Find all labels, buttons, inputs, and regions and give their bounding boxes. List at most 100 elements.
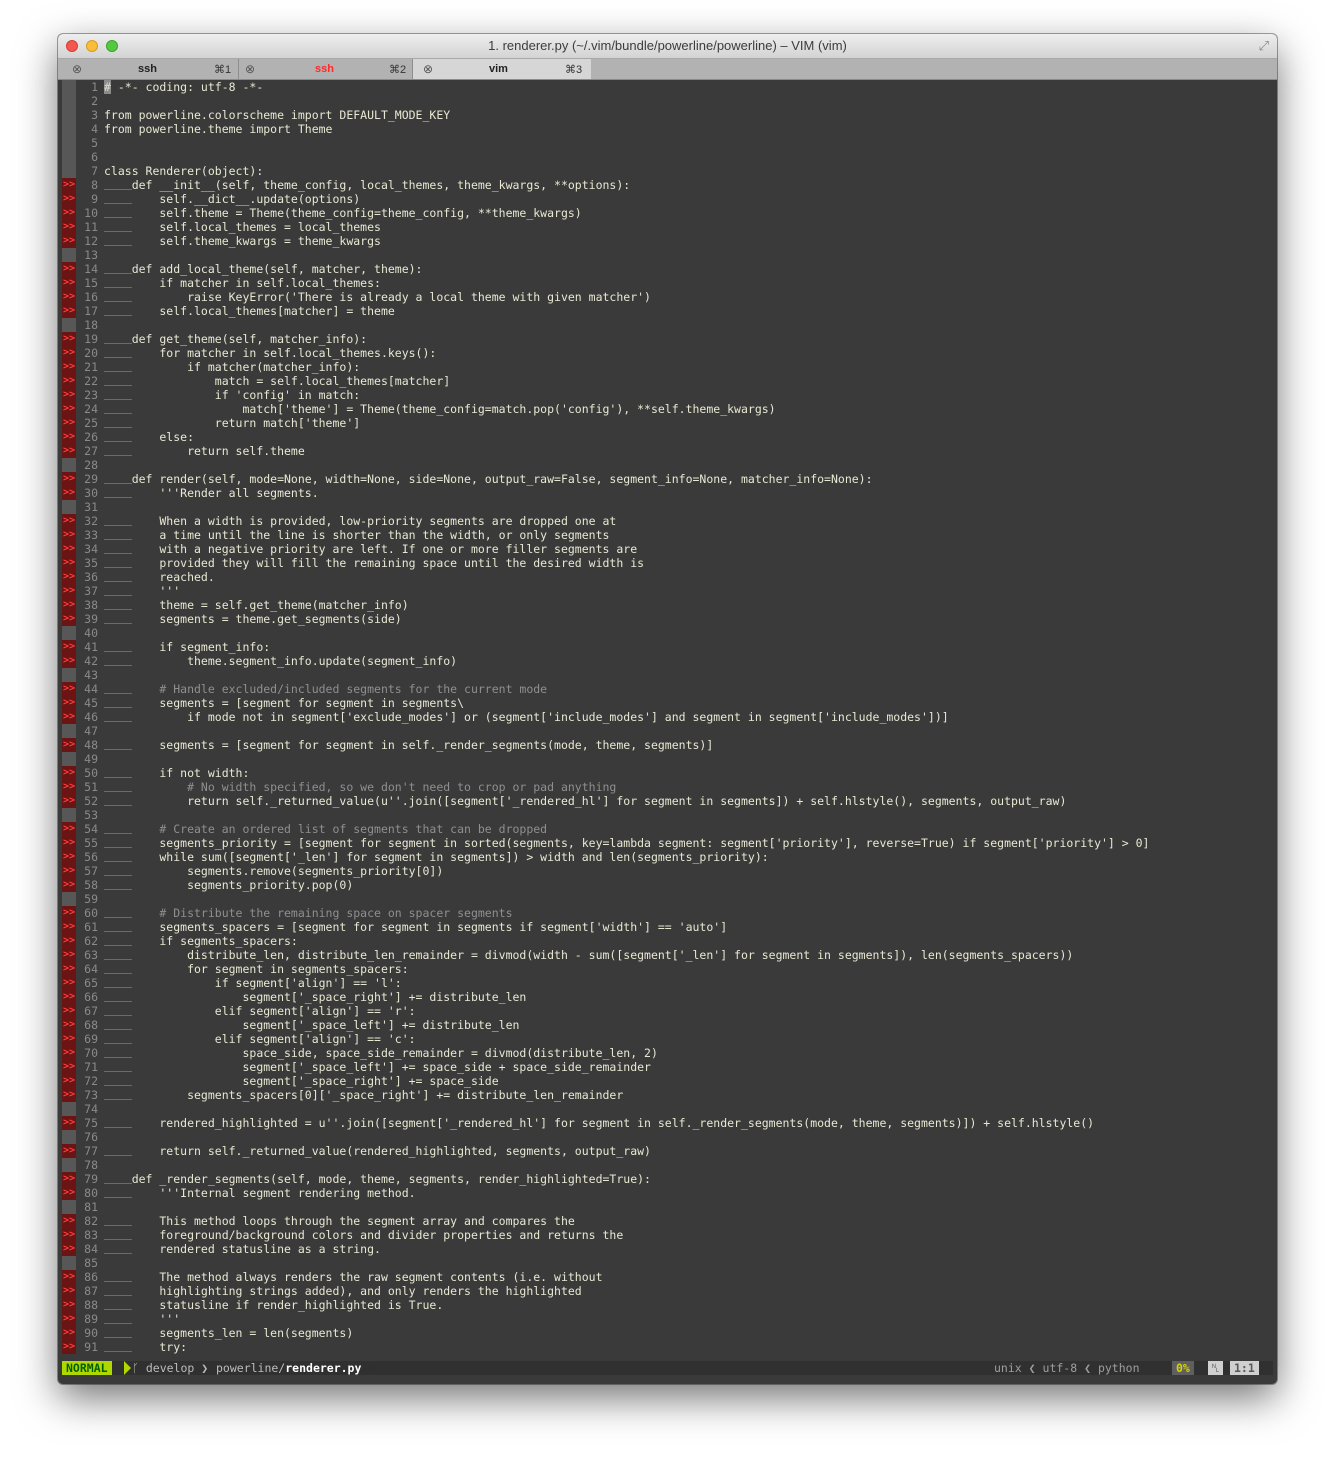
code-line[interactable]: 7 class Renderer(object): <box>62 164 1273 178</box>
code-line[interactable]: >> 73 segments_spacers[0]['_space_right']… <box>62 1088 1273 1102</box>
code-line[interactable]: >> 9 self.__dict__.update(options) <box>62 192 1273 206</box>
code-line[interactable]: >> 66 segment['_space_right'] += distribu… <box>62 990 1273 1004</box>
code-line[interactable]: >> 42 theme.segment_info.update(segment_i… <box>62 654 1273 668</box>
tab-ssh-2[interactable]: ⊗ ssh ⌘2 <box>239 59 413 79</box>
code-line[interactable]: >> 20 for matcher in self.local_themes.ke… <box>62 346 1273 360</box>
code-line[interactable]: >> 29 def render(self, mode=None, width=N… <box>62 472 1273 486</box>
code-line[interactable]: 47 <box>62 724 1273 738</box>
tab-close-icon[interactable]: ⊗ <box>72 62 82 76</box>
code-line[interactable]: >> 83 foreground/background colors and di… <box>62 1228 1273 1242</box>
code-line[interactable]: >> 19 def get_theme(self, matcher_info): <box>62 332 1273 346</box>
code-line[interactable]: >> 52 return self._returned_value(u''.joi… <box>62 794 1273 808</box>
code-line[interactable]: >> 35 provided they will fill the remaini… <box>62 556 1273 570</box>
code-line[interactable]: 59 <box>62 892 1273 906</box>
code-line[interactable]: >> 36 reached. <box>62 570 1273 584</box>
code-line[interactable]: >> 11 self.local_themes = local_themes <box>62 220 1273 234</box>
code-line[interactable]: 81 <box>62 1200 1273 1214</box>
code-line[interactable]: >> 30 '''Render all segments. <box>62 486 1273 500</box>
code-line[interactable]: >> 25 return match['theme'] <box>62 416 1273 430</box>
code-line[interactable]: 49 <box>62 752 1273 766</box>
code-line[interactable]: >> 62 if segments_spacers: <box>62 934 1273 948</box>
code-line[interactable]: >> 89 ''' <box>62 1312 1273 1326</box>
code-line[interactable]: >> 38 theme = self.get_theme(matcher_info… <box>62 598 1273 612</box>
code-line[interactable]: 76 <box>62 1130 1273 1144</box>
code-line[interactable]: >> 27 return self.theme <box>62 444 1273 458</box>
code-line[interactable]: 5 <box>62 136 1273 150</box>
code-line[interactable]: >> 37 ''' <box>62 584 1273 598</box>
code-line[interactable]: >> 10 self.theme = Theme(theme_config=the… <box>62 206 1273 220</box>
code-line[interactable]: >> 82 This method loops through the segme… <box>62 1214 1273 1228</box>
code-line[interactable]: 31 <box>62 500 1273 514</box>
code-line[interactable]: >> 77 return self._returned_value(rendere… <box>62 1144 1273 1158</box>
code-line[interactable]: 78 <box>62 1158 1273 1172</box>
code-line[interactable]: >> 75 rendered_highlighted = u''.join([se… <box>62 1116 1273 1130</box>
code-line[interactable]: >> 14 def add_local_theme(self, matcher, … <box>62 262 1273 276</box>
code-line[interactable]: >> 91 try: <box>62 1340 1273 1354</box>
code-line[interactable]: >> 90 segments_len = len(segments) <box>62 1326 1273 1340</box>
code-line[interactable]: 13 <box>62 248 1273 262</box>
code-line[interactable]: >> 8 def __init__(self, theme_config, loc… <box>62 178 1273 192</box>
code-line[interactable]: >> 68 segment['_space_left'] += distribut… <box>62 1018 1273 1032</box>
code-line[interactable]: >> 61 segments_spacers = [segment for seg… <box>62 920 1273 934</box>
code-line[interactable]: 1 # -*- coding: utf-8 -*- <box>62 80 1273 94</box>
code-line[interactable]: >> 15 if matcher in self.local_themes: <box>62 276 1273 290</box>
code-line[interactable]: >> 87 highlighting strings added), and on… <box>62 1284 1273 1298</box>
code-line[interactable]: >> 86 The method always renders the raw s… <box>62 1270 1273 1284</box>
code-line[interactable]: >> 60 # Distribute the remaining space on… <box>62 906 1273 920</box>
code-line[interactable]: >> 58 segments_priority.pop(0) <box>62 878 1273 892</box>
code-line[interactable]: >> 72 segment['_space_right'] += space_si… <box>62 1074 1273 1088</box>
tab-vim[interactable]: ⊗ vim ⌘3 <box>413 59 591 79</box>
code-line[interactable]: >> 67 elif segment['align'] == 'r': <box>62 1004 1273 1018</box>
code-line[interactable]: >> 55 segments_priority = [segment for se… <box>62 836 1273 850</box>
code-line[interactable]: >> 80 '''Internal segment rendering metho… <box>62 1186 1273 1200</box>
code-line[interactable]: >> 44 # Handle excluded/included segments… <box>62 682 1273 696</box>
code-line[interactable]: 2 <box>62 94 1273 108</box>
code-line[interactable]: >> 46 if mode not in segment['exclude_mod… <box>62 710 1273 724</box>
tab-close-icon[interactable]: ⊗ <box>423 62 433 76</box>
code-line[interactable]: >> 21 if matcher(matcher_info): <box>62 360 1273 374</box>
code-line[interactable]: 74 <box>62 1102 1273 1116</box>
code-line[interactable]: >> 17 self.local_themes[matcher] = theme <box>62 304 1273 318</box>
code-line[interactable]: 85 <box>62 1256 1273 1270</box>
code-line[interactable]: >> 45 segments = [segment for segment in … <box>62 696 1273 710</box>
code-line[interactable]: >> 39 segments = theme.get_segments(side) <box>62 612 1273 626</box>
code-line[interactable]: >> 88 statusline if render_highlighted is… <box>62 1298 1273 1312</box>
tab-ssh-1[interactable]: ⊗ ssh ⌘1 <box>58 59 239 79</box>
code-line[interactable]: >> 22 match = self.local_themes[matcher] <box>62 374 1273 388</box>
code-line[interactable]: 40 <box>62 626 1273 640</box>
code-line[interactable]: >> 57 segments.remove(segments_priority[0… <box>62 864 1273 878</box>
code-line[interactable]: >> 84 rendered statusline as a string. <box>62 1242 1273 1256</box>
code-line[interactable]: >> 69 elif segment['align'] == 'c': <box>62 1032 1273 1046</box>
code-line[interactable]: >> 24 match['theme'] = Theme(theme_config… <box>62 402 1273 416</box>
code-line[interactable]: >> 65 if segment['align'] == 'l': <box>62 976 1273 990</box>
code-line[interactable]: 4 from powerline.theme import Theme <box>62 122 1273 136</box>
code-line[interactable]: >> 54 # Create an ordered list of segment… <box>62 822 1273 836</box>
code-line[interactable]: >> 26 else: <box>62 430 1273 444</box>
code-line[interactable]: >> 63 distribute_len, distribute_len_rema… <box>62 948 1273 962</box>
code-line[interactable]: 18 <box>62 318 1273 332</box>
editor-buffer[interactable]: 1 # -*- coding: utf-8 -*- 2 3 from powerline… <box>62 80 1273 1359</box>
fullscreen-icon[interactable]: ⤢ <box>1259 38 1269 54</box>
title-bar[interactable]: 1. renderer.py (~/.vim/bundle/powerline/… <box>58 34 1277 59</box>
code-line[interactable]: 53 <box>62 808 1273 822</box>
code-line[interactable]: 43 <box>62 668 1273 682</box>
code-line[interactable]: >> 32 When a width is provided, low-prior… <box>62 514 1273 528</box>
code-line[interactable]: >> 64 for segment in segments_spacers: <box>62 962 1273 976</box>
tab-close-icon[interactable]: ⊗ <box>245 62 255 76</box>
code-line[interactable]: >> 50 if not width: <box>62 766 1273 780</box>
code-line[interactable]: >> 48 segments = [segment for segment in … <box>62 738 1273 752</box>
code-line[interactable]: >> 51 # No width specified, so we don't n… <box>62 780 1273 794</box>
code-line[interactable]: >> 79 def _render_segments(self, mode, th… <box>62 1172 1273 1186</box>
code-line[interactable]: >> 33 a time until the line is shorter th… <box>62 528 1273 542</box>
code-line[interactable]: >> 70 space_side, space_side_remainder = … <box>62 1046 1273 1060</box>
code-line[interactable]: >> 23 if 'config' in match: <box>62 388 1273 402</box>
code-line[interactable]: >> 12 self.theme_kwargs = theme_kwargs <box>62 234 1273 248</box>
code-line[interactable]: >> 56 while sum([segment['_len'] for segm… <box>62 850 1273 864</box>
code-line[interactable]: >> 71 segment['_space_left'] += space_sid… <box>62 1060 1273 1074</box>
code-line[interactable]: 6 <box>62 150 1273 164</box>
code-line[interactable]: 28 <box>62 458 1273 472</box>
code-line[interactable]: 3 from powerline.colorscheme import DEFAU… <box>62 108 1273 122</box>
code-line[interactable]: >> 16 raise KeyError('There is already a … <box>62 290 1273 304</box>
code-line[interactable]: >> 34 with a negative priority are left. … <box>62 542 1273 556</box>
code-line[interactable]: >> 41 if segment_info: <box>62 640 1273 654</box>
